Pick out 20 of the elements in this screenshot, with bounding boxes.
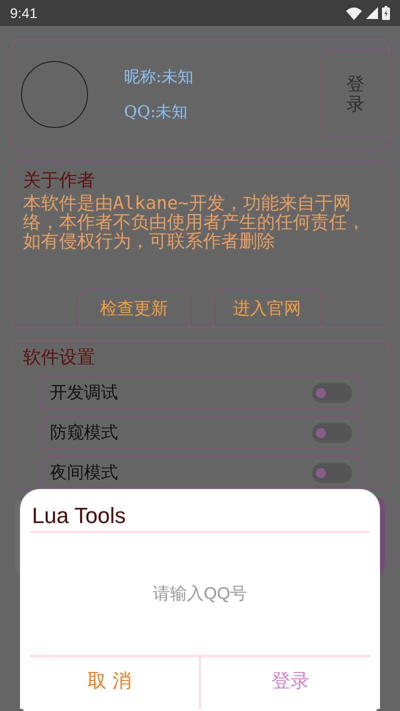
setting-label: 夜间模式 xyxy=(50,462,118,484)
wifi-icon xyxy=(346,6,362,20)
toggle-switch[interactable] xyxy=(312,382,352,402)
setting-label: 开发调试 xyxy=(50,382,118,404)
about-text: 本软件是由Alkane~开发，功能来自于网络，本作者不负由使用者产生的任何责任，如有侵权行为，可联系作者删除 xyxy=(23,194,366,251)
website-button[interactable]: 进入官网 xyxy=(212,289,322,327)
signal-icon xyxy=(366,7,378,19)
nickname-text: 昵称:未知 xyxy=(124,66,194,88)
toggle-switch[interactable] xyxy=(312,462,352,482)
login-button[interactable]: 登录 xyxy=(321,50,389,139)
toggle-switch[interactable] xyxy=(312,422,352,442)
setting-label: 防窥模式 xyxy=(50,422,118,444)
status-time: 9:41 xyxy=(10,5,38,21)
section-title: 软件设置 xyxy=(23,346,96,369)
qq-text: QQ:未知 xyxy=(124,102,189,122)
avatar-icon xyxy=(21,61,88,128)
battery-icon xyxy=(382,6,390,20)
section-title: 关于作者 xyxy=(23,169,96,192)
cancel-button[interactable]: 取 消 xyxy=(20,657,201,709)
check-update-button[interactable]: 检查更新 xyxy=(79,289,189,327)
